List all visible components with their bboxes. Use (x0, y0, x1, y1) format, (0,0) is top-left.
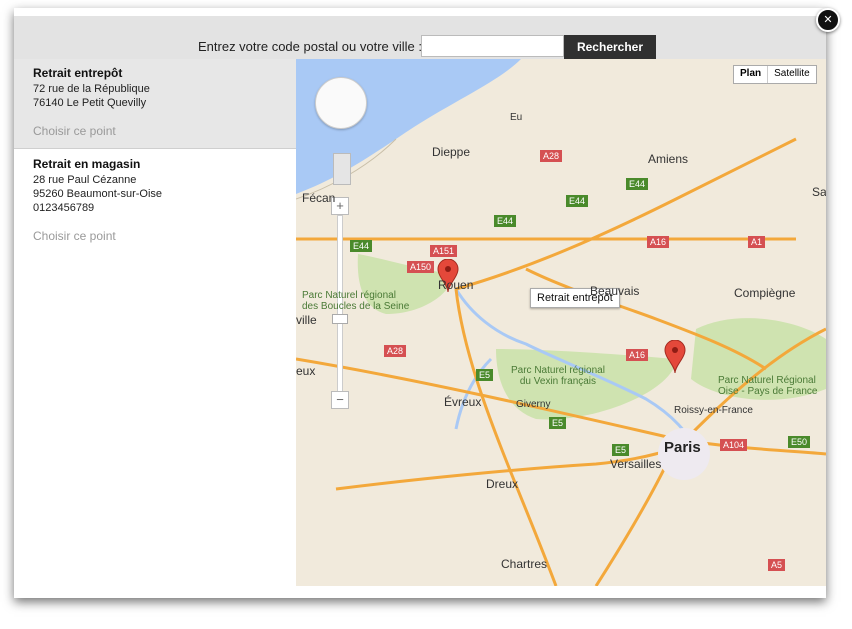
search-label: Entrez votre code postal ou votre ville … (198, 39, 423, 54)
map-tab-plan[interactable]: Plan (734, 66, 769, 83)
map-type-toggle[interactable]: Plan Satellite (733, 65, 817, 84)
city-label: Versailles (610, 457, 662, 471)
road-badge: E44 (350, 240, 373, 252)
store-item: Retrait en magasin 28 rue Paul Cézanne 9… (14, 149, 296, 243)
city-label: eux (296, 364, 316, 378)
street-view-icon[interactable] (333, 153, 351, 185)
road-badge: E44 (566, 195, 589, 207)
city-label: Rouen (438, 278, 474, 292)
road-badge: A28 (384, 345, 407, 357)
city-label: Dreux (486, 477, 519, 491)
road-badge: A104 (720, 439, 748, 451)
city-label: Beauvais (590, 284, 640, 298)
road-badge: A150 (407, 261, 435, 273)
city-label: Sa (812, 185, 826, 199)
road-badge: A16 (626, 349, 649, 361)
city-label: Giverny (516, 399, 551, 410)
road-badge: E5 (476, 369, 494, 381)
city-label: Évreux (444, 395, 482, 409)
store-name: Retrait en magasin (33, 157, 141, 171)
city-label: Dieppe (432, 145, 471, 159)
map[interactable]: Plan Satellite + − Retrait entrepôt Diep… (296, 59, 826, 586)
road-badge: E5 (612, 444, 630, 456)
park-label: Parc Naturel Régional Oise - Pays de Fra… (718, 375, 818, 397)
road-badge: E44 (626, 178, 649, 190)
road-badge: A5 (768, 559, 786, 571)
map-tab-satellite[interactable]: Satellite (768, 66, 816, 83)
park-label: Parc Naturel régional du Vexin français (511, 365, 605, 387)
road-badge: A16 (647, 236, 670, 248)
road-badge: E44 (494, 215, 517, 227)
store-item: Retrait entrepôt 72 rue de la République… (14, 59, 296, 149)
city-label: Paris (664, 439, 701, 456)
choose-point-link[interactable]: Choisir ce point (33, 229, 296, 243)
road-badge: A28 (540, 150, 563, 162)
map-canvas (296, 59, 826, 586)
road-badge: A151 (430, 245, 458, 257)
zoom-slider-handle[interactable] (332, 314, 348, 324)
city-label: Eu (510, 112, 523, 123)
close-icon[interactable]: ✕ (816, 8, 840, 32)
map-marker-icon[interactable] (664, 340, 686, 374)
city-label: Amiens (648, 152, 689, 166)
road-badge: A1 (748, 236, 766, 248)
zoom-out-button[interactable]: − (331, 391, 349, 409)
search-button[interactable]: Rechercher (564, 35, 656, 59)
store-phone: 0123456789 (33, 202, 95, 214)
store-address-line: 95260 Beaumont-sur-Oise (33, 188, 163, 200)
store-address-line: 76140 Le Petit Quevilly (33, 97, 147, 109)
city-label: Compiègne (734, 286, 796, 300)
city-label: Chartres (501, 557, 548, 571)
store-address-line: 28 rue Paul Cézanne (33, 174, 137, 186)
search-input[interactable] (421, 35, 564, 57)
store-name: Retrait entrepôt (33, 66, 123, 80)
city-label: ville (296, 313, 317, 327)
store-address-line: 72 rue de la République (33, 83, 150, 95)
park-label: Parc Naturel régional des Boucles de la … (302, 290, 410, 312)
road-badge: E5 (549, 417, 567, 429)
road-badge: E50 (788, 436, 811, 448)
pan-control[interactable] (315, 77, 367, 129)
store-list: Retrait entrepôt 72 rue de la République… (14, 59, 296, 590)
choose-point-link[interactable]: Choisir ce point (33, 124, 296, 138)
city-label: Roissy-en-France (674, 405, 753, 416)
city-label: Fécan (302, 191, 336, 205)
